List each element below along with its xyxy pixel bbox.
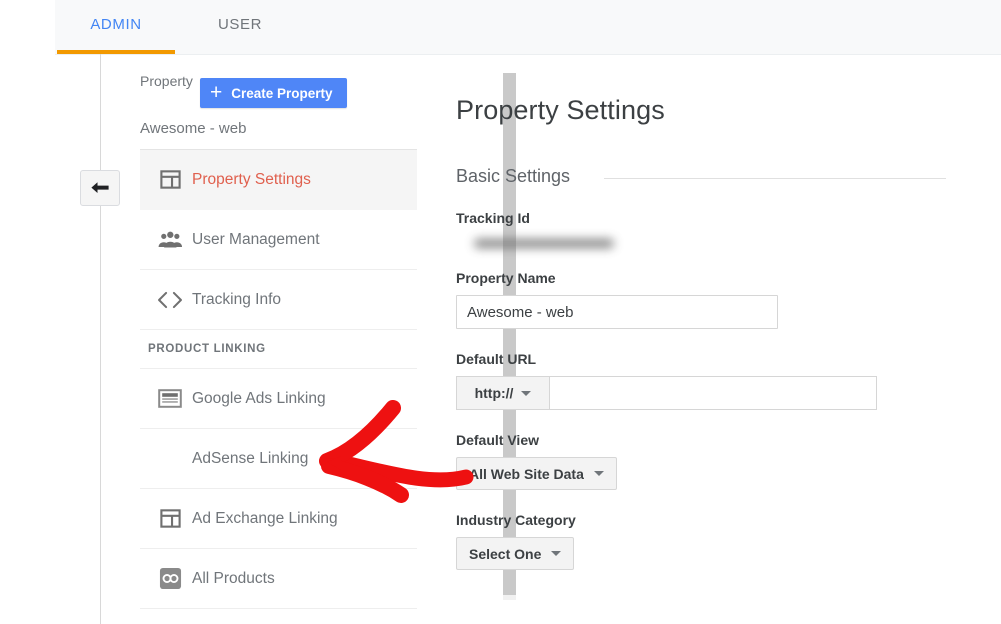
ads-card-icon — [148, 389, 192, 408]
nav-item-label: Ad Exchange Linking — [192, 509, 338, 527]
tab-user-label: USER — [217, 16, 263, 33]
plus-icon: + — [210, 80, 223, 104]
settings-nav: Property + Create Property Awesome - web… — [140, 62, 516, 609]
tab-active-indicator — [57, 50, 175, 54]
section-divider — [604, 178, 946, 179]
property-name-field: Property Name — [456, 270, 1001, 329]
default-url-field: Default URL http:// — [456, 351, 1001, 410]
tab-admin-label: ADMIN — [90, 16, 142, 33]
nav-item-label: Google Ads Linking — [192, 389, 326, 407]
nav-item-adsense-linking[interactable]: AdSense Linking — [140, 429, 417, 489]
create-property-button[interactable]: + Create Property — [200, 78, 347, 108]
url-protocol-value: http:// — [474, 385, 514, 401]
tab-admin[interactable]: ADMIN — [57, 0, 175, 54]
url-protocol-dropdown[interactable]: http:// — [456, 376, 549, 410]
tab-user[interactable]: USER — [195, 0, 285, 54]
nav-item-label: User Management — [192, 230, 320, 248]
tracking-id-redacted-value — [474, 239, 614, 248]
default-view-dropdown[interactable]: All Web Site Data — [456, 457, 617, 490]
nav-item-google-ads-linking[interactable]: Google Ads Linking — [140, 369, 417, 429]
property-name-label: Property Name — [456, 270, 556, 286]
nav-section-label: PRODUCT LINKING — [148, 343, 266, 355]
nav-item-label: Tracking Info — [192, 290, 282, 308]
industry-category-value: Select One — [469, 545, 542, 562]
nav-item-label: Property Settings — [192, 170, 311, 188]
back-button[interactable] — [80, 170, 120, 206]
nav-item-user-management[interactable]: User Management — [140, 210, 417, 270]
nav-item-all-products[interactable]: All Products — [140, 549, 417, 609]
nav-item-label: All Products — [192, 569, 275, 587]
tab-bar: ADMIN USER — [55, 0, 1001, 55]
nav-section-product-linking: PRODUCT LINKING — [140, 330, 417, 369]
page-title: Property Settings — [456, 95, 665, 125]
create-property-label: Create Property — [231, 85, 333, 101]
nav-item-tracking-info[interactable]: Tracking Info — [140, 270, 417, 330]
default-view-field: Default View All Web Site Data — [456, 432, 1001, 490]
industry-category-field: Industry Category Select One — [456, 512, 1001, 570]
nav-header: Property + Create Property — [140, 62, 430, 108]
back-arrow-icon — [91, 182, 109, 193]
chevron-down-icon — [593, 471, 604, 476]
property-name-input[interactable] — [456, 295, 778, 329]
default-view-value: All Web Site Data — [469, 465, 584, 482]
ad-exchange-icon — [148, 507, 192, 530]
property-settings-panel: Property Settings Basic Settings Trackin… — [456, 62, 1001, 570]
basic-settings-label: Basic Settings — [456, 166, 571, 186]
property-settings-icon — [148, 168, 192, 191]
account-name[interactable]: Awesome - web — [140, 120, 246, 137]
code-brackets-icon — [148, 291, 192, 309]
people-icon — [148, 230, 192, 250]
default-url-row: http:// — [456, 376, 1001, 410]
industry-category-dropdown[interactable]: Select One — [456, 537, 575, 570]
nav-item-label: AdSense Linking — [192, 449, 309, 467]
rail-divider — [100, 54, 101, 624]
link-chain-icon — [148, 567, 192, 590]
chevron-down-icon — [551, 551, 562, 556]
tracking-id-label: Tracking Id — [456, 210, 530, 226]
nav-list: Property Settings User Management Tracki… — [140, 150, 417, 609]
nav-item-ad-exchange-linking[interactable]: Ad Exchange Linking — [140, 489, 417, 549]
tracking-id-field: Tracking Id — [456, 210, 1001, 248]
default-url-label: Default URL — [456, 351, 537, 367]
basic-settings-header: Basic Settings — [456, 166, 1001, 188]
admin-app: ADMIN USER Property + Create Property Aw… — [55, 0, 1001, 624]
default-view-label: Default View — [456, 432, 539, 448]
property-label: Property — [140, 73, 193, 89]
default-url-input[interactable] — [549, 376, 877, 410]
nav-item-property-settings[interactable]: Property Settings — [140, 150, 417, 210]
industry-category-label: Industry Category — [456, 512, 576, 528]
chevron-down-icon — [521, 390, 532, 396]
